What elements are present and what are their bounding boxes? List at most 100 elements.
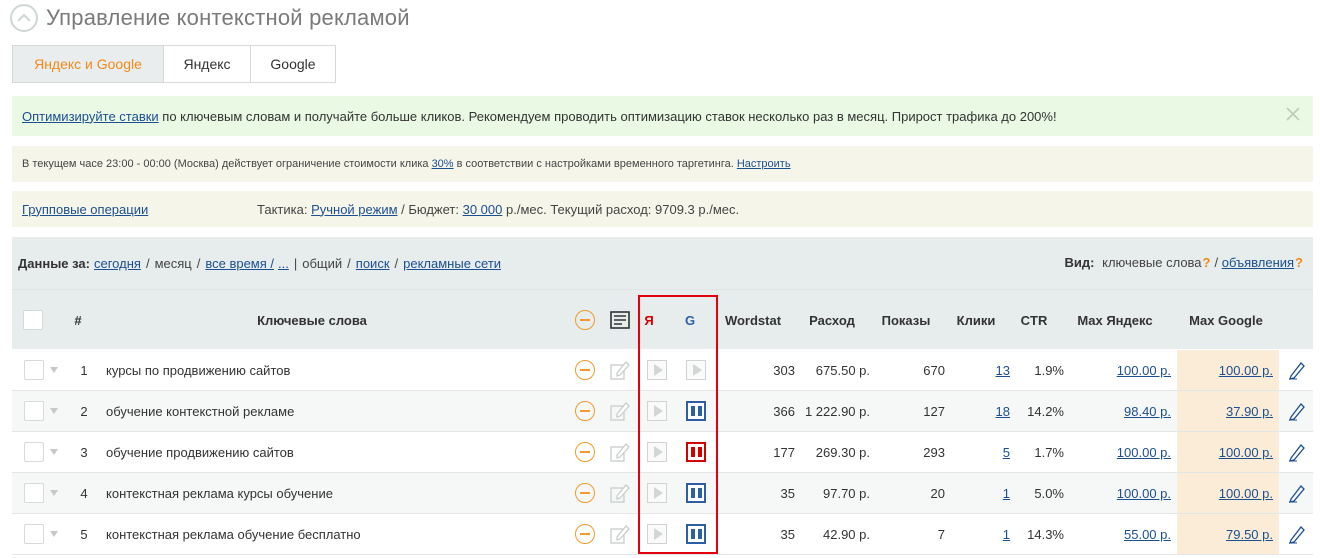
view-label: Вид: [1064,255,1095,270]
max-google-bid-link[interactable]: 79.50 р. [1226,527,1273,542]
optimize-bids-link[interactable]: Оптимизируйте ставки [22,109,159,124]
view-switcher: Вид: ключевые слова? / объявления? [1064,255,1303,270]
info-text-before: В текущем часе 23:00 - 00:00 (Москва) де… [22,158,432,170]
row-number: 2 [80,403,88,419]
expand-triangle-icon[interactable] [50,490,58,496]
pencil-icon[interactable] [1284,391,1310,431]
minus-circle-icon[interactable] [575,310,595,330]
column-clicks[interactable]: Клики [952,290,1000,350]
click-limit-percent-link[interactable]: 30% [432,158,454,170]
keyword-text: курсы по продвижению сайтов [106,362,291,378]
optimize-banner-text: по ключевым словам и получайте больше кл… [158,108,1057,124]
pencil-icon[interactable] [1284,432,1310,472]
close-icon[interactable] [1283,104,1303,124]
row-checkbox[interactable] [24,442,44,462]
pencil-icon[interactable] [1284,473,1310,513]
expand-triangle-icon[interactable] [50,531,58,537]
configure-link[interactable]: Настроить [737,158,791,170]
clicks-link[interactable]: 13 [996,363,1010,378]
expand-triangle-icon[interactable] [50,449,58,455]
collapse-chevron-up-icon[interactable] [10,4,38,32]
tactic-mode-link[interactable]: Ручной режим [311,202,397,217]
expand-triangle-icon[interactable] [50,367,58,373]
row-number: 1 [80,362,88,378]
minus-circle-icon[interactable] [575,524,595,544]
column-spend[interactable]: Расход [802,290,862,350]
expand-triangle-icon[interactable] [50,408,58,414]
pencil-icon[interactable] [1284,350,1310,390]
wordstat-value: 366 [773,403,795,419]
column-ctr[interactable]: CTR [1016,290,1052,350]
network-search-link[interactable]: поиск [356,256,390,271]
row-number: 5 [80,526,88,542]
period-all-time-link[interactable]: все время / [205,256,274,271]
impressions-value: 670 [923,362,945,378]
impressions-value: 7 [937,526,945,542]
clicks-link[interactable]: 1 [1003,527,1010,542]
edit-note-icon[interactable] [608,514,632,554]
minus-circle-icon[interactable] [575,360,595,380]
column-impressions[interactable]: Показы [878,290,934,350]
help-icon[interactable]: ? [1203,255,1211,270]
max-yandex-bid-link[interactable]: 100.00 р. [1117,363,1171,378]
max-google-bid-link[interactable]: 100.00 р. [1219,445,1273,460]
max-google-bid-link[interactable]: 37.90 р. [1226,404,1273,419]
column-wordstat[interactable]: Wordstat [718,290,788,350]
clicks-link[interactable]: 18 [996,404,1010,419]
minus-circle-icon[interactable] [575,483,595,503]
minus-circle-icon[interactable] [575,442,595,462]
spend-value: 675.50 р. [815,362,870,378]
keyword-text: обучение контекстной рекламе [106,403,295,419]
spend-value: 1 222.90 р. [804,403,870,419]
row-checkbox[interactable] [24,401,44,421]
time-targeting-banner: В текущем часе 23:00 - 00:00 (Москва) де… [12,146,1313,182]
budget-suffix: р./мес. Текущий расход: 9709.3 р./мес. [502,201,740,217]
row-checkbox[interactable] [24,360,44,380]
minus-circle-icon[interactable] [575,401,595,421]
view-ads-link[interactable]: объявления [1222,255,1294,270]
list-icon[interactable] [609,290,631,350]
impressions-value: 20 [930,485,945,501]
clicks-link[interactable]: 1 [1003,486,1010,501]
row-checkbox[interactable] [24,524,44,544]
max-yandex-bid-link[interactable]: 100.00 р. [1117,445,1171,460]
edit-note-icon[interactable] [608,432,632,472]
column-max-yandex[interactable]: Max Яндекс [1070,290,1160,350]
max-yandex-bid-link[interactable]: 98.40 р. [1124,404,1171,419]
impressions-value: 127 [923,403,945,419]
clicks-link[interactable]: 5 [1003,445,1010,460]
edit-note-icon[interactable] [608,473,632,513]
max-google-bid-link[interactable]: 100.00 р. [1219,486,1273,501]
period-month: месяц [154,255,192,271]
group-operations-link[interactable]: Групповые операции [22,202,148,217]
ctr-value: 14.3% [1027,526,1064,542]
ctr-value: 5.0% [1034,485,1064,501]
tab-yandex-and-google[interactable]: Яндекс и Google [12,45,164,83]
max-yandex-bid-link[interactable]: 55.00 р. [1124,527,1171,542]
max-yandex-bid-link[interactable]: 100.00 р. [1117,486,1171,501]
edit-note-icon[interactable] [608,350,632,390]
select-all-checkbox[interactable] [23,310,43,330]
period-today-link[interactable]: сегодня [94,256,141,271]
period-more-link[interactable]: ... [278,256,289,271]
ctr-value: 1.9% [1034,362,1064,378]
edit-note-icon[interactable] [608,391,632,431]
max-google-bid-link[interactable]: 100.00 р. [1219,363,1273,378]
column-keywords[interactable]: Ключевые слова [102,290,522,350]
tab-google[interactable]: Google [250,45,336,83]
network-total: общий [302,255,343,271]
page-header: Управление контекстной рекламой [10,3,410,33]
operations-bar: Групповые операции Тактика: Ручной режим… [12,191,1313,227]
pencil-icon[interactable] [1284,514,1310,554]
wordstat-value: 177 [773,444,795,460]
column-max-google[interactable]: Max Google [1176,290,1276,350]
wordstat-value: 35 [780,485,795,501]
network-ad-networks-link[interactable]: рекламные сети [403,256,501,271]
row-number: 3 [80,444,88,460]
row-checkbox[interactable] [24,483,44,503]
budget-link[interactable]: 30 000 [463,202,503,217]
ctr-value: 1.7% [1034,444,1064,460]
help-icon[interactable]: ? [1295,255,1303,270]
tab-yandex[interactable]: Яндекс [163,45,251,83]
tactic-label: Тактика: [257,201,312,217]
